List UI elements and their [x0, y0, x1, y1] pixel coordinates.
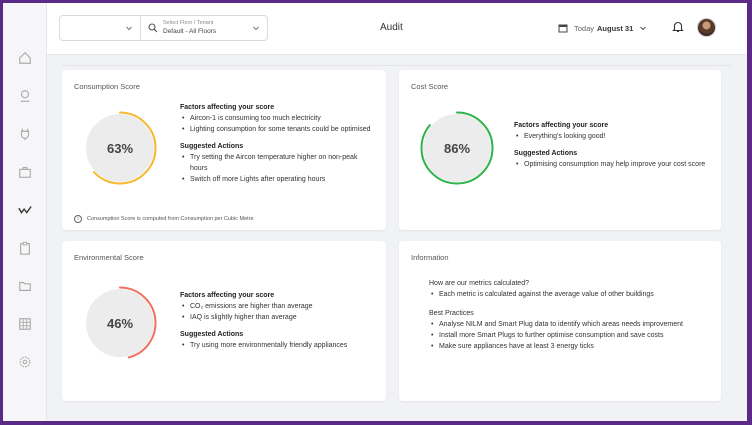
chevron-down-icon	[253, 26, 259, 31]
consumption-details: Factors affecting your score Aircon-1 is…	[180, 102, 376, 185]
plug-icon[interactable]	[17, 126, 33, 142]
sidebar	[3, 3, 47, 421]
cost-score-gauge: 86%	[419, 110, 495, 186]
card-title: Environmental Score	[74, 253, 144, 262]
metrics-heading: How are our metrics calculated?	[429, 280, 529, 287]
factors-heading: Factors affecting your score	[180, 292, 275, 299]
environmental-score-card: Environmental Score 46% Factors affectin…	[62, 241, 386, 401]
actions-heading: Suggested Actions	[514, 150, 578, 157]
environmental-score-gauge: 46%	[82, 285, 158, 361]
list-item: Switch off more Lights after operating h…	[180, 174, 376, 185]
date-picker[interactable]: Today August 31	[558, 21, 647, 35]
cost-details: Factors affecting your score Everything'…	[514, 120, 710, 170]
environmental-details: Factors affecting your score CO₂ emissio…	[180, 290, 376, 351]
folder-icon[interactable]	[17, 278, 33, 294]
list-item: Lighting consumption for some tenants co…	[180, 124, 376, 135]
score-value: 46%	[106, 315, 134, 331]
info-icon: i	[74, 215, 82, 223]
settings-icon[interactable]	[17, 354, 33, 370]
list-item: Try using more environmentally friendly …	[180, 340, 376, 351]
page-title: Audit	[380, 22, 403, 33]
list-item: Install more Smart Plugs to further opti…	[429, 330, 709, 341]
chevron-down-icon	[640, 26, 647, 31]
tenant-dropdown[interactable]: Select Floor / Tenant Default - All Floo…	[140, 15, 268, 41]
list-item: Analyse NILM and Smart Plug data to iden…	[429, 319, 709, 330]
card-title: Information	[411, 253, 449, 262]
divider	[61, 65, 731, 66]
briefcase-icon[interactable]	[17, 164, 33, 180]
cost-score-card: Cost Score 86% Factors affecting your sc…	[399, 70, 721, 230]
list-item: IAQ is slightly higher than average	[180, 312, 376, 323]
information-card: Information How are our metrics calculat…	[399, 241, 721, 401]
score-value: 63%	[106, 140, 134, 156]
chevron-down-icon	[126, 26, 132, 31]
actions-heading: Suggested Actions	[180, 143, 244, 150]
list-item: Make sure appliances have at least 3 ene…	[429, 341, 709, 352]
list-item: CO₂ emissions are higher than average	[180, 301, 376, 312]
avatar[interactable]	[697, 18, 716, 37]
top-bar: Select Floor / Tenant Default - All Floo…	[47, 3, 747, 55]
home-icon[interactable]	[17, 50, 33, 66]
factors-heading: Factors affecting your score	[514, 122, 609, 129]
list-item: Try setting the Aircon temperature highe…	[180, 152, 376, 174]
date-value: August 31	[597, 23, 634, 33]
location-icon[interactable]	[17, 88, 33, 104]
list-item: Each metric is calculated against the av…	[429, 289, 709, 300]
bell-icon[interactable]	[672, 20, 684, 33]
best-practices-heading: Best Practices	[429, 310, 474, 317]
tenant-dropdown-label: Select Floor / Tenant	[163, 20, 214, 26]
chart-icon[interactable]	[17, 202, 33, 218]
score-value: 86%	[443, 140, 471, 156]
note-text: Consumption Score is computed from Consu…	[87, 216, 254, 222]
date-prefix: Today	[574, 23, 595, 33]
consumption-score-card: Consumption Score 63% Factors affecting …	[62, 70, 386, 230]
tenant-dropdown-value: Default - All Floors	[163, 28, 217, 35]
app-frame: Select Floor / Tenant Default - All Floo…	[3, 3, 747, 421]
grid-icon[interactable]	[17, 316, 33, 332]
list-item: Optimising consumption may help improve …	[514, 159, 710, 170]
card-title: Cost Score	[411, 82, 449, 91]
search-icon	[148, 23, 158, 33]
list-item: Aircon-1 is consuming too much electrici…	[180, 113, 376, 124]
actions-heading: Suggested Actions	[180, 331, 244, 338]
consumption-note: i Consumption Score is computed from Con…	[74, 215, 254, 223]
calendar-icon	[558, 24, 568, 33]
building-dropdown[interactable]	[59, 15, 141, 41]
factors-heading: Factors affecting your score	[180, 104, 275, 111]
clipboard-icon[interactable]	[17, 240, 33, 256]
information-details: How are our metrics calculated? Each met…	[429, 278, 709, 352]
consumption-score-gauge: 63%	[82, 110, 158, 186]
card-title: Consumption Score	[74, 82, 140, 91]
list-item: Everything's looking good!	[514, 131, 710, 142]
